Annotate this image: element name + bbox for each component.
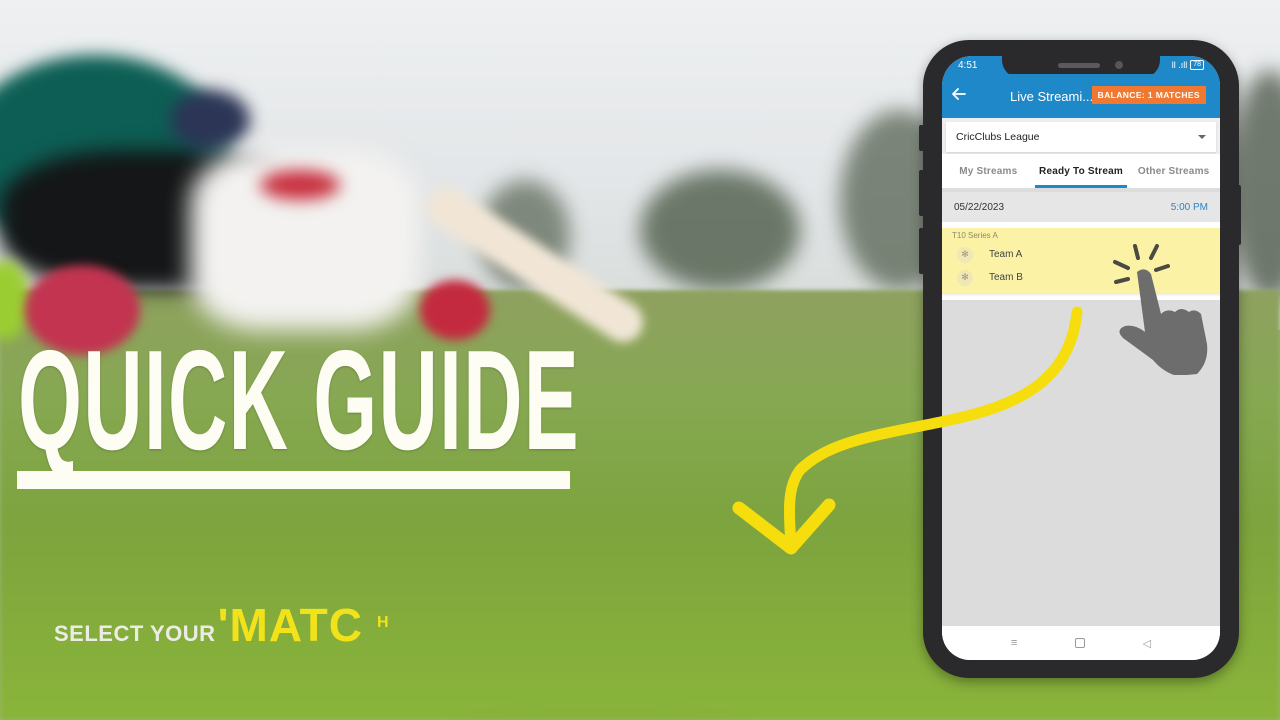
tab-ready-to-stream[interactable]: Ready To Stream <box>1034 154 1128 188</box>
subtitle-highlight: 'MATC <box>217 599 363 651</box>
hand-shape <box>1119 269 1208 375</box>
title-underline <box>17 471 570 489</box>
back-icon[interactable]: ◁ <box>1143 637 1151 650</box>
match-date: 05/22/2023 <box>954 201 1005 213</box>
team-name: Team B <box>989 272 1023 283</box>
team-logo-icon: ✻ <box>957 246 973 263</box>
match-time: 5:00 PM <box>1170 201 1208 213</box>
stream-tabs: My Streams Ready To Stream Other Streams <box>942 154 1220 188</box>
phone-power-button <box>1236 185 1241 245</box>
league-select-value: CricClubs League <box>956 131 1040 143</box>
quick-guide-title: QUICK GUIDE <box>18 321 580 480</box>
pad-straps <box>260 170 340 200</box>
subtitle: SELECT YOUR 'MATC H <box>54 598 389 652</box>
recents-icon[interactable]: ≡ <box>1011 637 1017 649</box>
app-bar: Live Streami... BALANCE: 1 MATCHES <box>942 74 1220 118</box>
back-arrow-icon[interactable] <box>952 87 982 105</box>
home-icon[interactable] <box>1074 638 1085 648</box>
app-bar-title: Live Streami... <box>1010 88 1094 104</box>
camera-icon <box>1115 61 1123 69</box>
league-select[interactable]: CricClubs League <box>946 122 1216 152</box>
schedule-header: 05/22/2023 5:00 PM <box>942 192 1220 222</box>
android-nav-bar: ≡ ◁ <box>942 626 1220 660</box>
helmet-grill <box>170 90 250 150</box>
tab-other-streams[interactable]: Other Streams <box>1127 154 1220 188</box>
status-icons: ll .ıll 78 <box>1172 60 1204 70</box>
status-time: 4:51 <box>958 59 978 71</box>
balance-badge[interactable]: BALANCE: 1 MATCHES <box>1091 86 1206 104</box>
team-logo-icon: ✻ <box>957 269 973 286</box>
series-name: T10 Series A <box>952 231 998 240</box>
subtitle-trailing: H <box>376 614 389 631</box>
speaker-icon <box>1058 63 1100 68</box>
tap-hand-icon <box>1113 244 1208 375</box>
phone-volume-up <box>919 170 924 216</box>
battery-icon: 78 <box>1190 60 1204 70</box>
phone-volume-down <box>919 228 924 274</box>
league-select-wrap: CricClubs League <box>942 118 1220 154</box>
tab-my-streams[interactable]: My Streams <box>942 154 1035 188</box>
caret-down-icon <box>1198 135 1206 139</box>
tree <box>640 170 800 290</box>
subtitle-white: SELECT YOUR <box>54 621 216 646</box>
phone-side-button <box>919 125 924 151</box>
team-name: Team A <box>989 249 1023 260</box>
signal-icon: ll .ıll <box>1171 60 1188 70</box>
